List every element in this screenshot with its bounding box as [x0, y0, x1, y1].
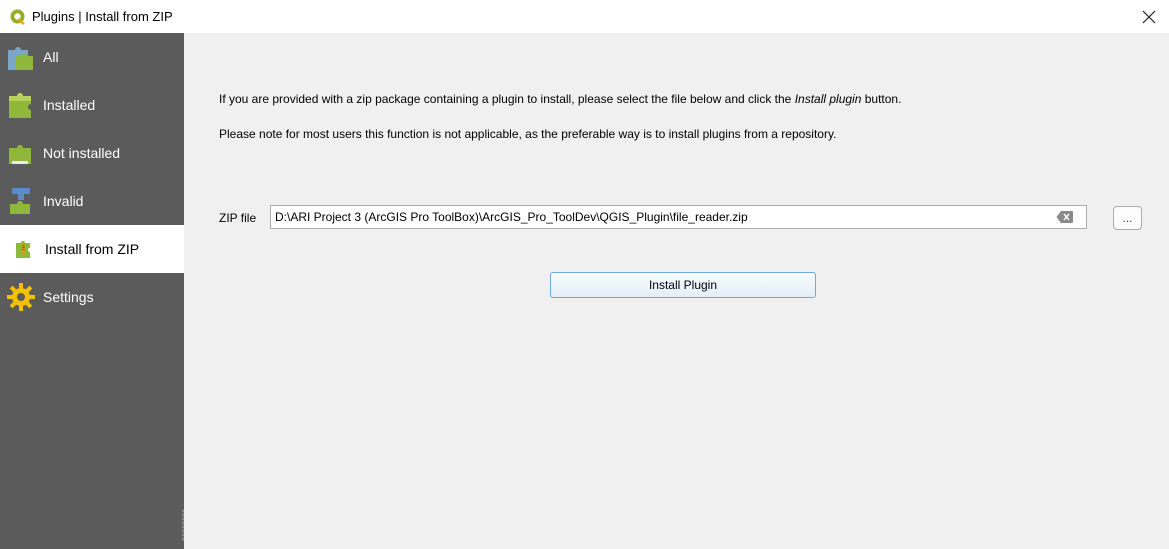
sidebar-item-label: Installed — [43, 97, 96, 113]
sidebar-item-install-from-zip[interactable]: Install from ZIP — [0, 225, 184, 273]
info-text-line-2: Please note for most users this function… — [219, 127, 837, 141]
puzzle-not-installed-icon — [9, 145, 31, 164]
zip-file-input[interactable]: D:\ARI Project 3 (ArcGIS Pro ToolBox)\Ar… — [270, 205, 1087, 229]
sidebar-item-not-installed[interactable]: Not installed — [0, 129, 184, 177]
sidebar-item-installed[interactable]: Installed — [0, 81, 184, 129]
plugins-sidebar: All Installed Not installed Invalid Inst… — [0, 33, 184, 549]
puzzle-zip-icon — [16, 241, 30, 258]
sidebar-item-label: Not installed — [43, 145, 121, 161]
close-button[interactable] — [1129, 0, 1169, 33]
install-plugin-emphasis: Install plugin — [794, 92, 862, 106]
info-text-line-1: If you are provided with a zip package c… — [219, 92, 901, 106]
puzzle-installed-icon — [9, 93, 31, 118]
sidebar-item-settings[interactable]: Settings — [0, 273, 184, 321]
qgis-logo-icon — [10, 9, 25, 25]
clear-input-icon[interactable] — [1056, 210, 1074, 224]
info-text-part: If you are provided with a zip package c… — [219, 92, 795, 106]
info-text-part: button. — [861, 92, 902, 106]
sidebar-item-label: Install from ZIP — [45, 241, 140, 257]
sidebar-item-invalid[interactable]: Invalid — [0, 177, 184, 225]
gear-icon — [7, 283, 35, 311]
title-bar: Plugins | Install from ZIP — [0, 0, 1169, 33]
install-from-zip-panel: If you are provided with a zip package c… — [184, 33, 1169, 549]
browse-button[interactable]: ... — [1113, 206, 1142, 230]
close-icon — [1142, 10, 1156, 23]
puzzle-all-icon — [8, 47, 33, 70]
plugins-dialog: Plugins | Install from ZIP All Installed — [0, 0, 1169, 549]
sidebar-item-label: Settings — [43, 289, 94, 305]
sidebar-item-label: Invalid — [43, 193, 84, 209]
install-plugin-button[interactable]: Install Plugin — [550, 272, 816, 298]
sidebar-item-label: All — [43, 49, 59, 65]
zip-file-label: ZIP file — [219, 211, 257, 225]
puzzle-invalid-icon — [10, 188, 30, 214]
zip-file-path[interactable]: D:\ARI Project 3 (ArcGIS Pro ToolBox)\Ar… — [275, 210, 1056, 224]
window-title: Plugins | Install from ZIP — [32, 9, 173, 24]
sidebar-item-all[interactable]: All — [0, 33, 184, 81]
